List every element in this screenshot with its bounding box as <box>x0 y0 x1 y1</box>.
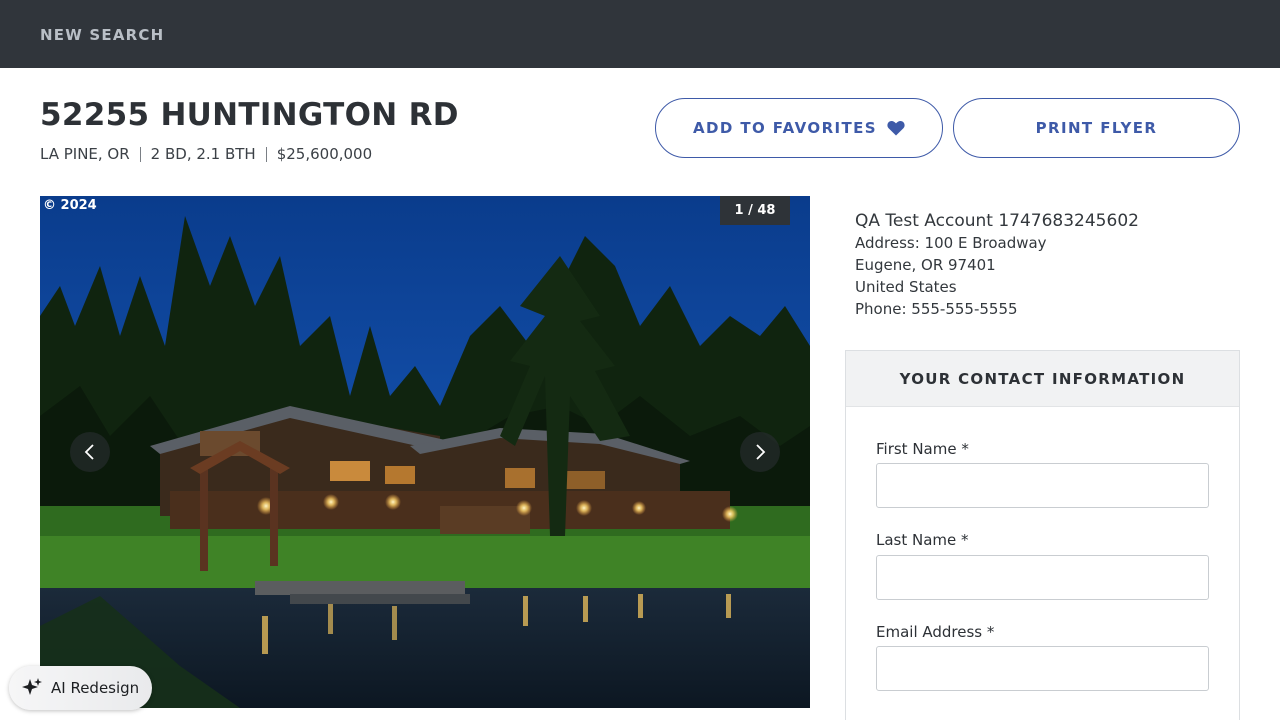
agent-info: QA Test Account 1747683245602 Address: 1… <box>855 210 1139 320</box>
first-name-label: First Name * <box>876 440 969 458</box>
photo-gallery[interactable]: © 2024 1 / 48 <box>40 196 810 708</box>
new-search-link[interactable]: NEW SEARCH <box>40 26 164 44</box>
last-name-label: Last Name * <box>876 531 969 549</box>
chevron-right-icon <box>756 444 766 460</box>
heart-icon <box>887 121 905 136</box>
listing-summary: LA PINE, OR 2 BD, 2.1 BTH $25,600,000 <box>40 145 372 163</box>
agent-address: Address: 100 E Broadway <box>855 234 1047 252</box>
chevron-left-icon <box>84 444 94 460</box>
agent-phone[interactable]: Phone: 555-555-5555 <box>855 298 1139 320</box>
print-flyer-button[interactable]: PRINT FLYER <box>953 98 1240 158</box>
photo-copyright: © 2024 <box>43 198 97 213</box>
agent-name: QA Test Account 1747683245602 <box>855 211 1139 231</box>
previous-photo-button[interactable] <box>70 432 110 472</box>
add-to-favorites-label: ADD TO FAVORITES <box>693 119 877 137</box>
first-name-field[interactable] <box>876 463 1209 508</box>
agent-city-state: Eugene, OR 97401 <box>855 256 996 274</box>
last-name-field[interactable] <box>876 555 1209 600</box>
email-label: Email Address * <box>876 623 995 641</box>
email-field[interactable] <box>876 646 1209 691</box>
listing-address-title: 52255 HUNTINGTON RD <box>40 97 459 133</box>
top-nav-bar: NEW SEARCH <box>0 0 1280 68</box>
sparkle-icon <box>22 678 42 695</box>
ai-redesign-button[interactable]: AI Redesign <box>9 666 152 710</box>
property-photo <box>40 196 810 708</box>
listing-location: LA PINE, OR <box>40 145 130 163</box>
listing-beds-baths: 2 BD, 2.1 BTH <box>150 145 256 163</box>
divider <box>139 146 141 162</box>
photo-counter: 1 / 48 <box>720 196 790 225</box>
print-flyer-label: PRINT FLYER <box>1035 119 1158 137</box>
ai-redesign-label: AI Redesign <box>51 679 140 697</box>
contact-form-heading: YOUR CONTACT INFORMATION <box>846 351 1239 407</box>
contact-form: YOUR CONTACT INFORMATION First Name * La… <box>845 350 1240 720</box>
add-to-favorites-button[interactable]: ADD TO FAVORITES <box>655 98 943 158</box>
agent-country: United States <box>855 278 957 296</box>
listing-price: $25,600,000 <box>276 145 373 163</box>
next-photo-button[interactable] <box>740 432 780 472</box>
divider <box>265 146 267 162</box>
